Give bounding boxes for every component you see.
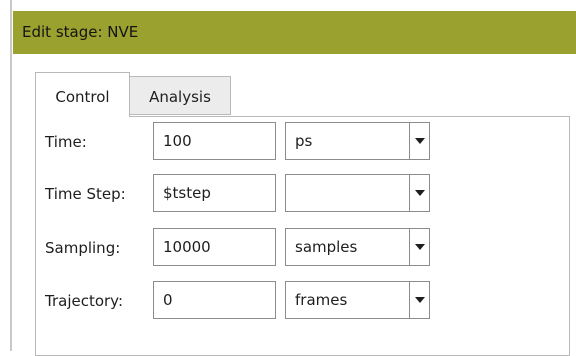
tab-control-label: Control	[55, 88, 110, 106]
select-divider	[409, 282, 410, 318]
trajectory-unit-select[interactable]: frames	[285, 281, 430, 319]
time-input[interactable]: 100	[153, 122, 276, 160]
time-unit-value: ps	[295, 132, 313, 150]
time-step-label: Time Step:	[45, 185, 126, 203]
window-left-edge	[10, 0, 12, 351]
time-unit-select[interactable]: ps	[285, 122, 430, 160]
chevron-down-icon[interactable]	[415, 138, 425, 144]
tab-control[interactable]: Control	[35, 72, 130, 117]
stage-header: Edit stage: NVE	[13, 11, 576, 54]
tab-analysis[interactable]: Analysis	[129, 76, 231, 115]
sampling-unit-select[interactable]: samples	[285, 228, 430, 266]
select-divider	[409, 229, 410, 265]
time-label: Time:	[45, 133, 87, 151]
sampling-input[interactable]: 10000	[153, 228, 276, 266]
sampling-unit-value: samples	[295, 238, 358, 256]
time-step-unit-select[interactable]	[285, 174, 430, 212]
chevron-down-icon[interactable]	[415, 244, 425, 250]
trajectory-unit-value: frames	[295, 291, 348, 309]
stage-title: Edit stage: NVE	[22, 23, 139, 41]
trajectory-input[interactable]: 0	[153, 281, 276, 319]
trajectory-label: Trajectory:	[45, 292, 124, 310]
time-step-input[interactable]: $tstep	[153, 174, 276, 212]
sampling-label: Sampling:	[45, 239, 121, 257]
sampling-input-value: 10000	[163, 238, 211, 256]
time-input-value: 100	[163, 132, 192, 150]
time-step-input-value: $tstep	[163, 184, 211, 202]
chevron-down-icon[interactable]	[415, 190, 425, 196]
trajectory-input-value: 0	[163, 291, 173, 309]
chevron-down-icon[interactable]	[415, 297, 425, 303]
tab-analysis-label: Analysis	[149, 88, 211, 106]
select-divider	[409, 175, 410, 211]
select-divider	[409, 123, 410, 159]
